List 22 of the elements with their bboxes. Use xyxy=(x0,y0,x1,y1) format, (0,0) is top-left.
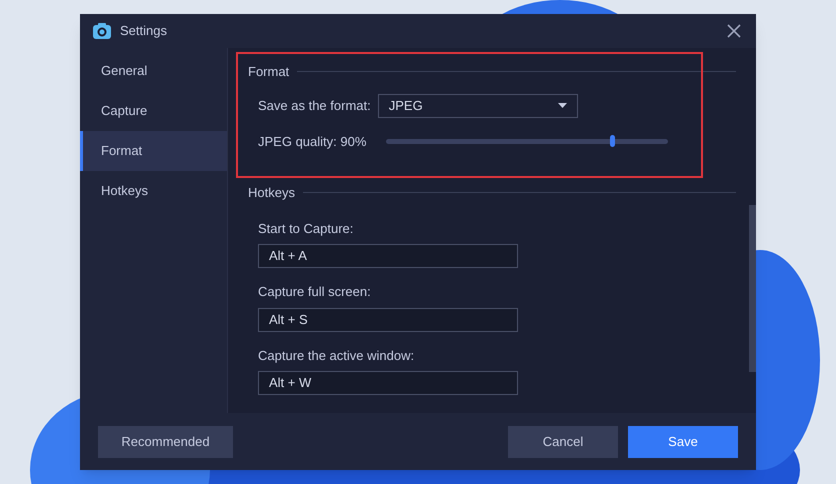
cancel-button[interactable]: Cancel xyxy=(508,426,618,458)
sidebar-item[interactable]: Format xyxy=(80,131,227,171)
window-title: Settings xyxy=(120,22,167,40)
recommended-button[interactable]: Recommended xyxy=(98,426,233,458)
sidebar-item[interactable]: Capture xyxy=(80,91,227,131)
hotkey-field[interactable]: Alt + S xyxy=(258,308,518,332)
save-button[interactable]: Save xyxy=(628,426,738,458)
field-label: Capture full screen: xyxy=(258,283,372,301)
section-heading: Format xyxy=(248,63,290,81)
section-heading: Hotkeys xyxy=(248,184,295,202)
field-label: JPEG quality: 90% xyxy=(258,132,366,151)
hotkey-field[interactable]: Alt + A xyxy=(258,244,518,268)
camera-icon xyxy=(92,22,112,40)
sidebar-item[interactable]: General xyxy=(80,51,227,91)
format-dropdown[interactable]: JPEG xyxy=(378,94,578,118)
sidebar-item[interactable]: Hotkeys xyxy=(80,171,227,211)
field-label: Save as the format: xyxy=(258,96,371,115)
hotkey-field[interactable]: Alt + W xyxy=(258,371,518,395)
field-label: Start to Capture: xyxy=(258,220,354,238)
quality-slider[interactable] xyxy=(386,135,668,148)
caret-icon xyxy=(558,103,567,108)
field-label: Capture the active window: xyxy=(258,346,416,365)
